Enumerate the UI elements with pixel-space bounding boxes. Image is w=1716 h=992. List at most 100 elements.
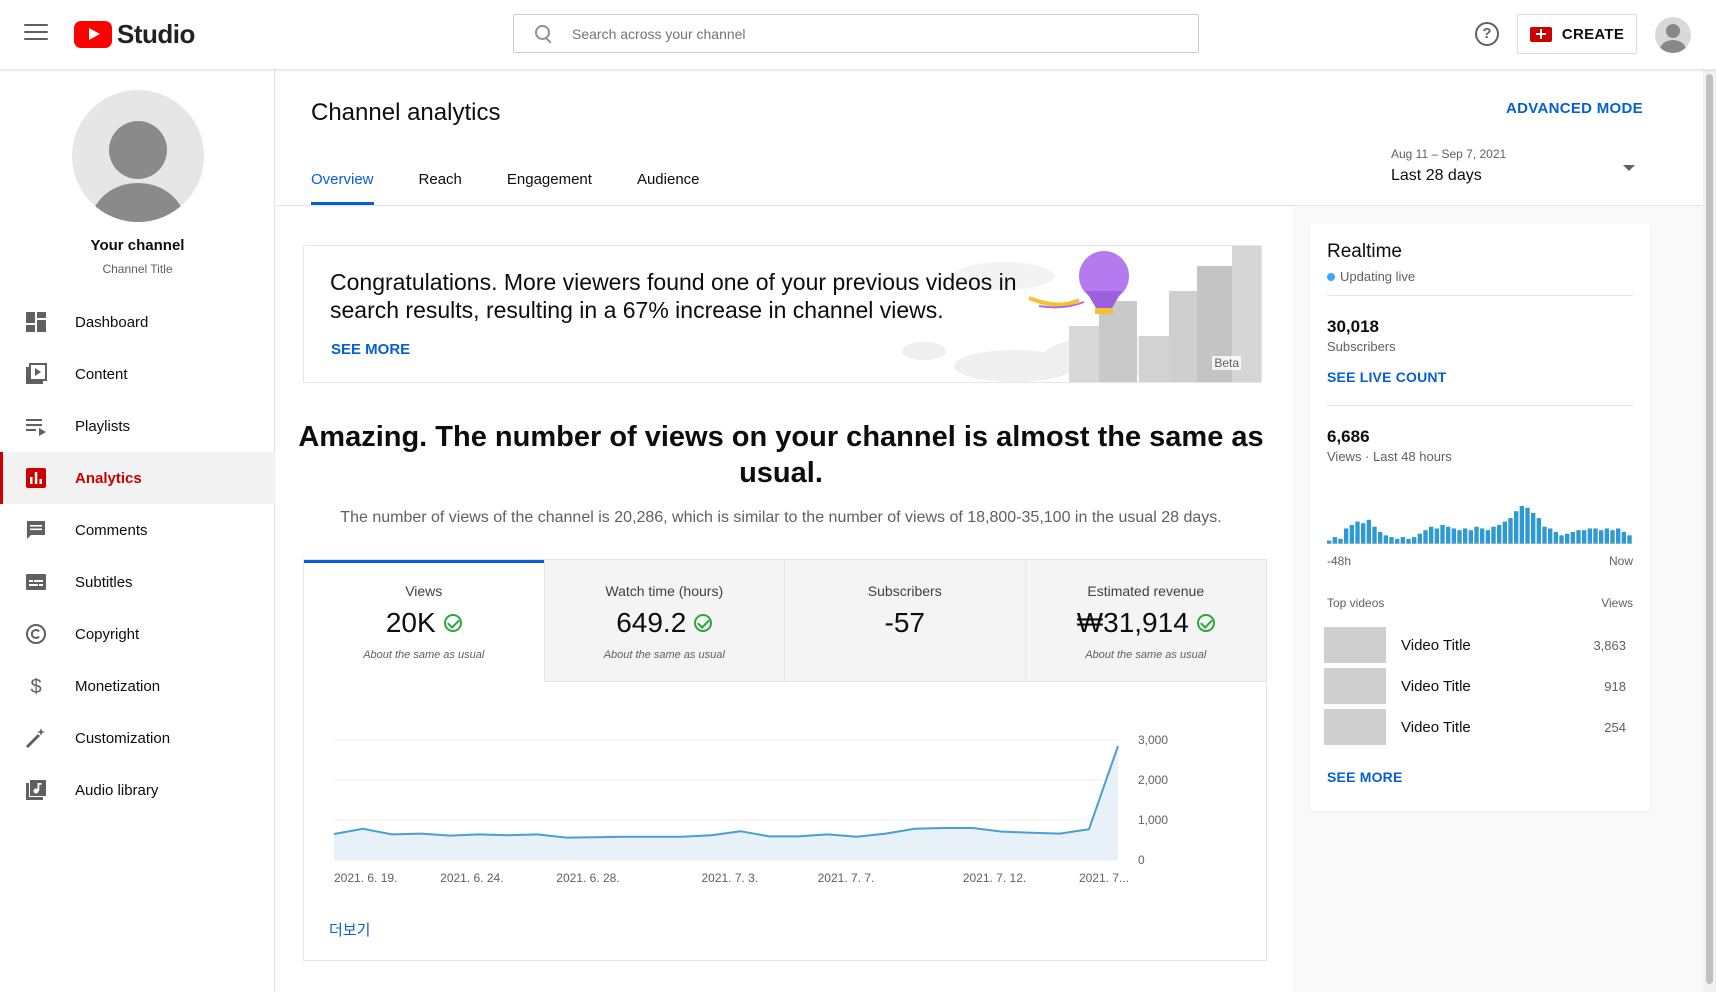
realtime-bar[interactable] xyxy=(1338,538,1343,544)
advanced-mode-link[interactable]: ADVANCED MODE xyxy=(1506,100,1643,117)
realtime-bar[interactable] xyxy=(1491,526,1496,544)
realtime-bar[interactable] xyxy=(1451,528,1457,544)
tab-overview[interactable]: Overview xyxy=(311,171,374,205)
metric-tab-estimated-revenue[interactable]: Estimated revenue ₩31,914 About the same a… xyxy=(1025,560,1266,682)
top-video-row[interactable]: Video Title 254 xyxy=(1324,709,1636,745)
realtime-bar[interactable] xyxy=(1446,526,1451,544)
date-range-selector[interactable]: Aug 11 – Sep 7, 2021 Last 28 days xyxy=(1391,147,1635,185)
page-scrollbar[interactable] xyxy=(1703,70,1716,992)
realtime-bar[interactable] xyxy=(1361,523,1366,544)
realtime-see-more-link[interactable]: SEE MORE xyxy=(1327,769,1403,785)
create-button[interactable]: CREATE xyxy=(1517,14,1637,54)
realtime-bar[interactable] xyxy=(1468,530,1474,544)
realtime-bar[interactable] xyxy=(1366,519,1372,544)
realtime-bar[interactable] xyxy=(1582,530,1587,544)
realtime-bar[interactable] xyxy=(1429,526,1434,544)
realtime-bar[interactable] xyxy=(1378,531,1383,544)
insight-see-more-link[interactable]: SEE MORE xyxy=(331,341,410,358)
realtime-bar[interactable] xyxy=(1497,525,1502,544)
chart-y-tick: 2,000 xyxy=(1138,773,1168,787)
chart-x-tick: 2021. 7. 3. xyxy=(701,871,758,885)
help-icon[interactable]: ? xyxy=(1475,22,1499,46)
menu-icon[interactable] xyxy=(24,24,48,44)
realtime-bar[interactable] xyxy=(1355,521,1360,544)
realtime-bar[interactable] xyxy=(1400,537,1406,544)
realtime-bar[interactable] xyxy=(1519,506,1525,544)
realtime-bar[interactable] xyxy=(1344,528,1349,544)
sidebar-item-copyright[interactable]: Copyright xyxy=(0,608,275,660)
tab-audience[interactable]: Audience xyxy=(637,171,700,205)
realtime-bar[interactable] xyxy=(1553,531,1559,544)
realtime-bar[interactable] xyxy=(1412,537,1417,544)
realtime-bar[interactable] xyxy=(1502,521,1508,544)
sidebar-item-analytics[interactable]: Analytics xyxy=(0,452,275,504)
realtime-bar[interactable] xyxy=(1434,528,1440,544)
scrollbar-thumb[interactable] xyxy=(1706,74,1713,984)
chart-y-tick: 0 xyxy=(1138,853,1145,867)
realtime-bar[interactable] xyxy=(1508,518,1513,544)
chart-see-more-link[interactable]: 더보기 xyxy=(329,919,370,940)
realtime-bar[interactable] xyxy=(1587,528,1593,544)
realtime-bar[interactable] xyxy=(1485,530,1491,544)
sidebar-item-comments[interactable]: Comments xyxy=(0,504,275,556)
top-video-row[interactable]: Video Title 918 xyxy=(1324,668,1636,704)
realtime-bar[interactable] xyxy=(1548,528,1553,544)
sidebar-item-playlists[interactable]: Playlists xyxy=(0,400,275,452)
channel-name[interactable]: Your channel xyxy=(0,237,275,254)
search-input[interactable] xyxy=(572,25,1172,42)
sidebar-item-subtitles[interactable]: Subtitles xyxy=(0,556,275,608)
video-thumbnail xyxy=(1324,709,1386,745)
realtime-bar[interactable] xyxy=(1327,540,1332,544)
sidebar-item-dashboard[interactable]: Dashboard xyxy=(0,296,275,348)
realtime-bar[interactable] xyxy=(1480,528,1485,544)
realtime-bar[interactable] xyxy=(1570,531,1576,544)
page-header: Channel analytics ADVANCED MODE Overview… xyxy=(276,70,1703,206)
tab-engagement[interactable]: Engagement xyxy=(507,171,592,205)
metric-tab-views[interactable]: Views 20K About the same as usual xyxy=(304,560,545,682)
realtime-bar[interactable] xyxy=(1593,528,1598,544)
metric-value-row: -57 xyxy=(885,607,925,639)
search-box[interactable] xyxy=(513,14,1199,53)
realtime-bar[interactable] xyxy=(1559,535,1564,544)
top-video-row[interactable]: Video Title 3,863 xyxy=(1324,627,1636,663)
sidebar-item-audio-library[interactable]: Audio library xyxy=(0,764,275,816)
realtime-bar[interactable] xyxy=(1525,507,1530,544)
realtime-bar[interactable] xyxy=(1610,530,1615,544)
realtime-bar[interactable] xyxy=(1406,538,1411,544)
realtime-bar[interactable] xyxy=(1616,528,1621,544)
realtime-bar[interactable] xyxy=(1531,512,1536,544)
sidebar-item-customization[interactable]: Customization xyxy=(0,712,275,764)
realtime-bar[interactable] xyxy=(1599,530,1604,544)
realtime-bar[interactable] xyxy=(1423,530,1428,544)
realtime-bar[interactable] xyxy=(1417,533,1423,544)
tab-reach[interactable]: Reach xyxy=(419,171,462,205)
search-icon[interactable] xyxy=(534,24,554,44)
realtime-bar[interactable] xyxy=(1474,526,1479,544)
realtime-bar[interactable] xyxy=(1627,535,1632,544)
realtime-bar[interactable] xyxy=(1440,525,1445,544)
realtime-bar[interactable] xyxy=(1565,533,1570,544)
realtime-bar[interactable] xyxy=(1514,511,1519,544)
metric-tab-watch-time-hours[interactable]: Watch time (hours) 649.2 About the same as… xyxy=(544,560,785,682)
realtime-bar[interactable] xyxy=(1389,537,1394,544)
channel-avatar[interactable] xyxy=(72,90,204,222)
realtime-bar[interactable] xyxy=(1604,528,1610,544)
see-live-count-link[interactable]: SEE LIVE COUNT xyxy=(1327,369,1446,385)
account-avatar[interactable] xyxy=(1655,17,1691,53)
realtime-bar[interactable] xyxy=(1395,538,1400,544)
youtube-play-icon xyxy=(74,21,112,48)
realtime-bar[interactable] xyxy=(1536,518,1542,544)
metric-tab-subscribers[interactable]: Subscribers -57 xyxy=(785,560,1026,682)
realtime-bar[interactable] xyxy=(1542,526,1547,544)
studio-logo[interactable]: Studio xyxy=(74,19,195,50)
realtime-bar[interactable] xyxy=(1383,535,1389,544)
realtime-bar[interactable] xyxy=(1372,526,1377,544)
realtime-bar[interactable] xyxy=(1621,531,1627,544)
sidebar-item-monetization[interactable]: $ Monetization xyxy=(0,660,275,712)
realtime-bar[interactable] xyxy=(1576,530,1581,544)
realtime-bar[interactable] xyxy=(1332,537,1338,544)
realtime-bar[interactable] xyxy=(1457,530,1462,544)
sidebar-item-content[interactable]: Content xyxy=(0,348,275,400)
realtime-bar[interactable] xyxy=(1463,528,1468,544)
realtime-bar[interactable] xyxy=(1349,525,1355,544)
